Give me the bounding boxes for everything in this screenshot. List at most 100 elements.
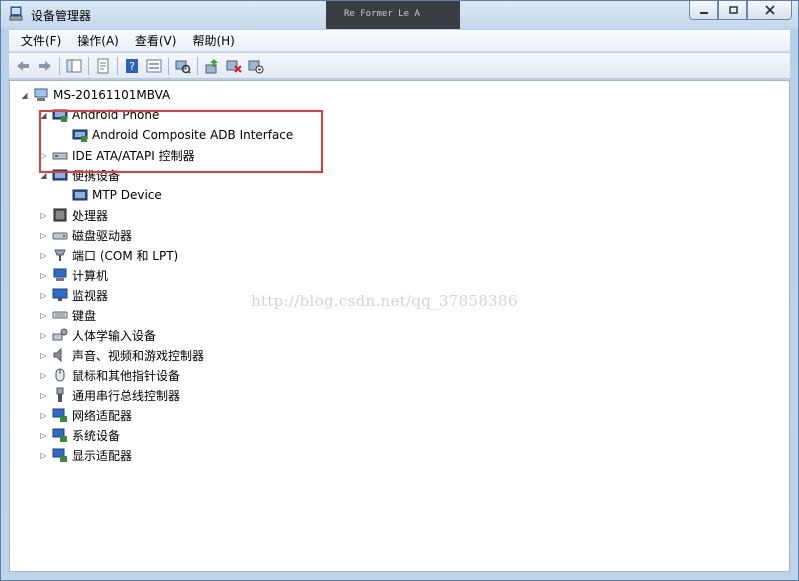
minimize-button[interactable] (689, 1, 718, 20)
expand-triangle-icon[interactable]: ▷ (39, 211, 48, 220)
expand-triangle-icon[interactable]: ▷ (39, 451, 48, 460)
collapse-triangle-icon[interactable]: ◢ (20, 91, 29, 100)
computer-icon (53, 268, 67, 281)
svg-text:?: ? (129, 60, 135, 73)
expand-triangle-icon[interactable]: ▷ (39, 411, 48, 420)
expand-triangle-icon[interactable]: ▷ (39, 271, 48, 280)
toolbar-separator (88, 56, 89, 75)
tree-node-label: 端口 (COM 和 LPT) (72, 248, 179, 263)
disable-button[interactable] (245, 55, 267, 77)
watermark-text: http://blog.csdn.net/qq_37858386 (251, 292, 518, 310)
tree-node-label: 处理器 (72, 208, 109, 223)
background-window-fragment: Re Former Le A (326, 1, 460, 29)
tree-node-label: 计算机 (72, 268, 109, 283)
scan-hardware-button[interactable] (172, 55, 194, 77)
toolbar: ? (9, 53, 790, 79)
console-tree-button[interactable] (63, 55, 85, 77)
tree-node-label: 声音、视频和游戏控制器 (72, 348, 205, 363)
uninstall-icon (226, 60, 242, 73)
uninstall-button[interactable] (223, 55, 245, 77)
mouse-icon (55, 368, 65, 382)
red-highlight-annotation (39, 110, 323, 173)
system-device-icon (52, 428, 67, 442)
expand-triangle-icon[interactable]: ▷ (39, 251, 48, 260)
tree-node[interactable]: ▷ 网络适配器 (39, 405, 132, 425)
tree-node[interactable]: ▷ 声音、视频和游戏控制器 (39, 345, 204, 365)
minimize-icon (699, 12, 708, 14)
tree-root-label: MS-20161101MBVA (53, 88, 171, 102)
update-driver-icon (205, 58, 218, 73)
expand-triangle-icon[interactable]: ▷ (39, 351, 48, 360)
tree-node-label: 人体学输入设备 (72, 328, 157, 343)
close-button[interactable] (747, 1, 792, 20)
scan-hardware-icon (175, 60, 191, 74)
menu-help[interactable]: 帮助(H) (184, 32, 242, 49)
computer-root-icon (34, 88, 48, 101)
menu-view[interactable]: 查看(V) (127, 32, 185, 49)
device-tree[interactable]: ◢ MS-20161101MBVA ◢ Android Phone Androi… (9, 80, 790, 572)
back-button[interactable] (12, 55, 34, 77)
close-icon (764, 5, 775, 15)
display-adapter-icon (52, 448, 67, 462)
network-adapter-icon (52, 408, 67, 422)
tree-node[interactable]: ▷ 端口 (COM 和 LPT) (39, 245, 178, 265)
tree-node[interactable]: ▷ 键盘 (39, 305, 96, 325)
menu-action[interactable]: 操作(A) (69, 32, 127, 49)
expand-triangle-icon[interactable]: ▷ (39, 331, 48, 340)
tree-node-label: 显示适配器 (72, 448, 133, 463)
usb-controller-icon (56, 387, 64, 402)
forward-button[interactable] (34, 55, 56, 77)
view-button[interactable] (143, 55, 165, 77)
tree-node-label: 键盘 (72, 308, 97, 323)
tree-node-label: 监视器 (72, 288, 109, 303)
expand-triangle-icon[interactable]: ▷ (39, 371, 48, 380)
view-icon (146, 59, 162, 72)
help-button[interactable]: ? (121, 55, 143, 77)
tree-node[interactable]: ▷ 计算机 (39, 265, 108, 285)
disable-icon (248, 60, 264, 73)
tree-node-label: 磁盘驱动器 (72, 228, 133, 243)
tree-node[interactable]: ▷ 人体学输入设备 (39, 325, 156, 345)
tree-node[interactable]: ▷ 处理器 (39, 205, 108, 225)
tree-node[interactable]: ▷ 鼠标和其他指针设备 (39, 365, 180, 385)
tree-root[interactable]: ◢ MS-20161101MBVA (20, 85, 170, 105)
forward-arrow-icon (39, 60, 51, 71)
expand-triangle-icon[interactable]: ▷ (39, 431, 48, 440)
caption-buttons (689, 1, 792, 20)
sound-icon (53, 347, 62, 363)
tree-node[interactable]: ▷ 监视器 (39, 285, 108, 305)
toolbar-separator (168, 56, 169, 75)
tree-node[interactable]: ▷ 显示适配器 (39, 445, 132, 465)
menu-file[interactable]: 文件(F) (13, 32, 69, 49)
toolbar-separator (117, 56, 118, 75)
disk-drive-icon (52, 232, 68, 240)
tree-node-label: 网络适配器 (72, 408, 133, 423)
processor-icon (53, 208, 67, 222)
tree-node[interactable]: ▷ 系统设备 (39, 425, 120, 445)
back-arrow-icon (17, 60, 29, 71)
tree-leaf[interactable]: MTP Device (72, 185, 162, 205)
tree-node-label: 鼠标和其他指针设备 (72, 368, 181, 383)
help-icon: ? (126, 58, 138, 73)
hid-icon (52, 328, 68, 341)
monitor-icon (52, 288, 68, 301)
tree-leaf-label: MTP Device (92, 188, 162, 202)
tree-node-label: 系统设备 (72, 428, 121, 443)
expand-triangle-icon[interactable]: ▷ (39, 391, 48, 400)
expand-triangle-icon[interactable]: ▷ (39, 231, 48, 240)
device-manager-icon (9, 6, 23, 21)
update-driver-button[interactable] (201, 55, 223, 77)
expand-triangle-icon[interactable]: ▷ (39, 291, 48, 300)
restore-button[interactable] (718, 1, 747, 20)
device-manager-window: 设备管理器 Re Former Le A 文件(F) 操作(A) 查看(V) 帮… (0, 0, 799, 581)
tree-node-label: 通用串行总线控制器 (72, 388, 181, 403)
toolbar-separator (59, 56, 60, 75)
restore-icon (728, 6, 738, 14)
tree-node[interactable]: ▷ 磁盘驱动器 (39, 225, 132, 245)
properties-button[interactable] (92, 55, 114, 77)
expand-triangle-icon[interactable]: ▷ (39, 311, 48, 320)
keyboard-icon (52, 311, 68, 319)
title-bar[interactable]: 设备管理器 Re Former Le A (1, 1, 798, 29)
toolbar-separator (197, 56, 198, 75)
tree-node[interactable]: ▷ 通用串行总线控制器 (39, 385, 180, 405)
